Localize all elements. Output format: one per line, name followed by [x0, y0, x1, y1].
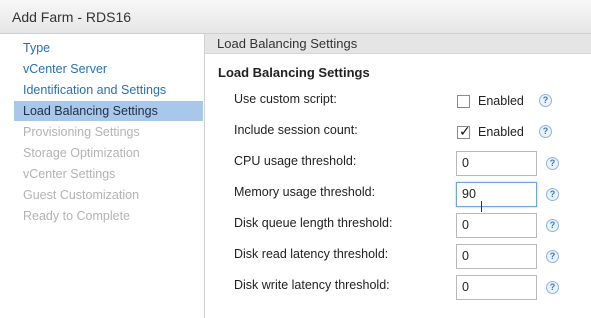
disk-queue-length-threshold-input[interactable]: 0 [456, 213, 537, 238]
section-title: Load Balancing Settings [218, 65, 370, 80]
sidebar-item-guest-customization: Guest Customization [23, 188, 140, 202]
disk-queue-length-threshold-label: Disk queue length threshold: [234, 216, 393, 230]
window-titlebar: Add Farm - RDS16 [0, 0, 591, 34]
help-question-icon[interactable]: ? [546, 281, 559, 294]
use-custom-script-label: Use custom script: [234, 92, 337, 106]
wizard-sidebar: Type vCenter Server Identification and S… [0, 34, 205, 318]
use-custom-script-enabled-label: Enabled [478, 94, 524, 108]
include-session-count-checkbox[interactable]: ✓ [457, 123, 471, 139]
sidebar-item-vcenter-server[interactable]: vCenter Server [14, 59, 203, 79]
sidebar-item-storage-optimization: Storage Optimization [23, 146, 140, 160]
help-question-icon[interactable]: ? [539, 125, 552, 138]
cpu-usage-threshold-label: CPU usage threshold: [234, 154, 357, 168]
cpu-usage-threshold-input[interactable]: 0 [456, 151, 537, 176]
sidebar-item-type[interactable]: Type [14, 38, 203, 58]
help-question-icon[interactable]: ? [546, 219, 559, 232]
text-cursor [481, 201, 482, 212]
use-custom-script-checkbox[interactable] [457, 95, 470, 108]
disk-read-latency-threshold-label: Disk read latency threshold: [234, 247, 389, 261]
page-header: Load Balancing Settings [205, 34, 591, 54]
help-question-icon[interactable]: ? [546, 250, 559, 263]
memory-usage-threshold-input[interactable]: 90 [456, 182, 537, 207]
memory-usage-threshold-label: Memory usage threshold: [234, 185, 376, 199]
disk-read-latency-threshold-input[interactable]: 0 [456, 244, 537, 269]
include-session-count-label: Include session count: [234, 123, 358, 137]
help-question-icon[interactable]: ? [546, 157, 559, 170]
check-mark-icon: ✓ [459, 123, 471, 139]
help-question-icon[interactable]: ? [539, 94, 552, 107]
disk-write-latency-threshold-label: Disk write latency threshold: [234, 278, 390, 292]
sidebar-item-vcenter-settings: vCenter Settings [23, 167, 116, 181]
sidebar-item-ready-to-complete: Ready to Complete [23, 209, 131, 223]
sidebar-item-identification-and-settings[interactable]: Identification and Settings [14, 80, 203, 100]
help-question-icon[interactable]: ? [546, 188, 559, 201]
include-session-count-enabled-label: Enabled [478, 125, 524, 139]
window-title: Add Farm - RDS16 [12, 9, 132, 25]
sidebar-item-load-balancing-settings[interactable]: Load Balancing Settings [14, 101, 203, 121]
page-header-title: Load Balancing Settings [217, 36, 358, 51]
sidebar-item-provisioning-settings: Provisioning Settings [23, 125, 140, 139]
disk-write-latency-threshold-input[interactable]: 0 [456, 275, 537, 300]
